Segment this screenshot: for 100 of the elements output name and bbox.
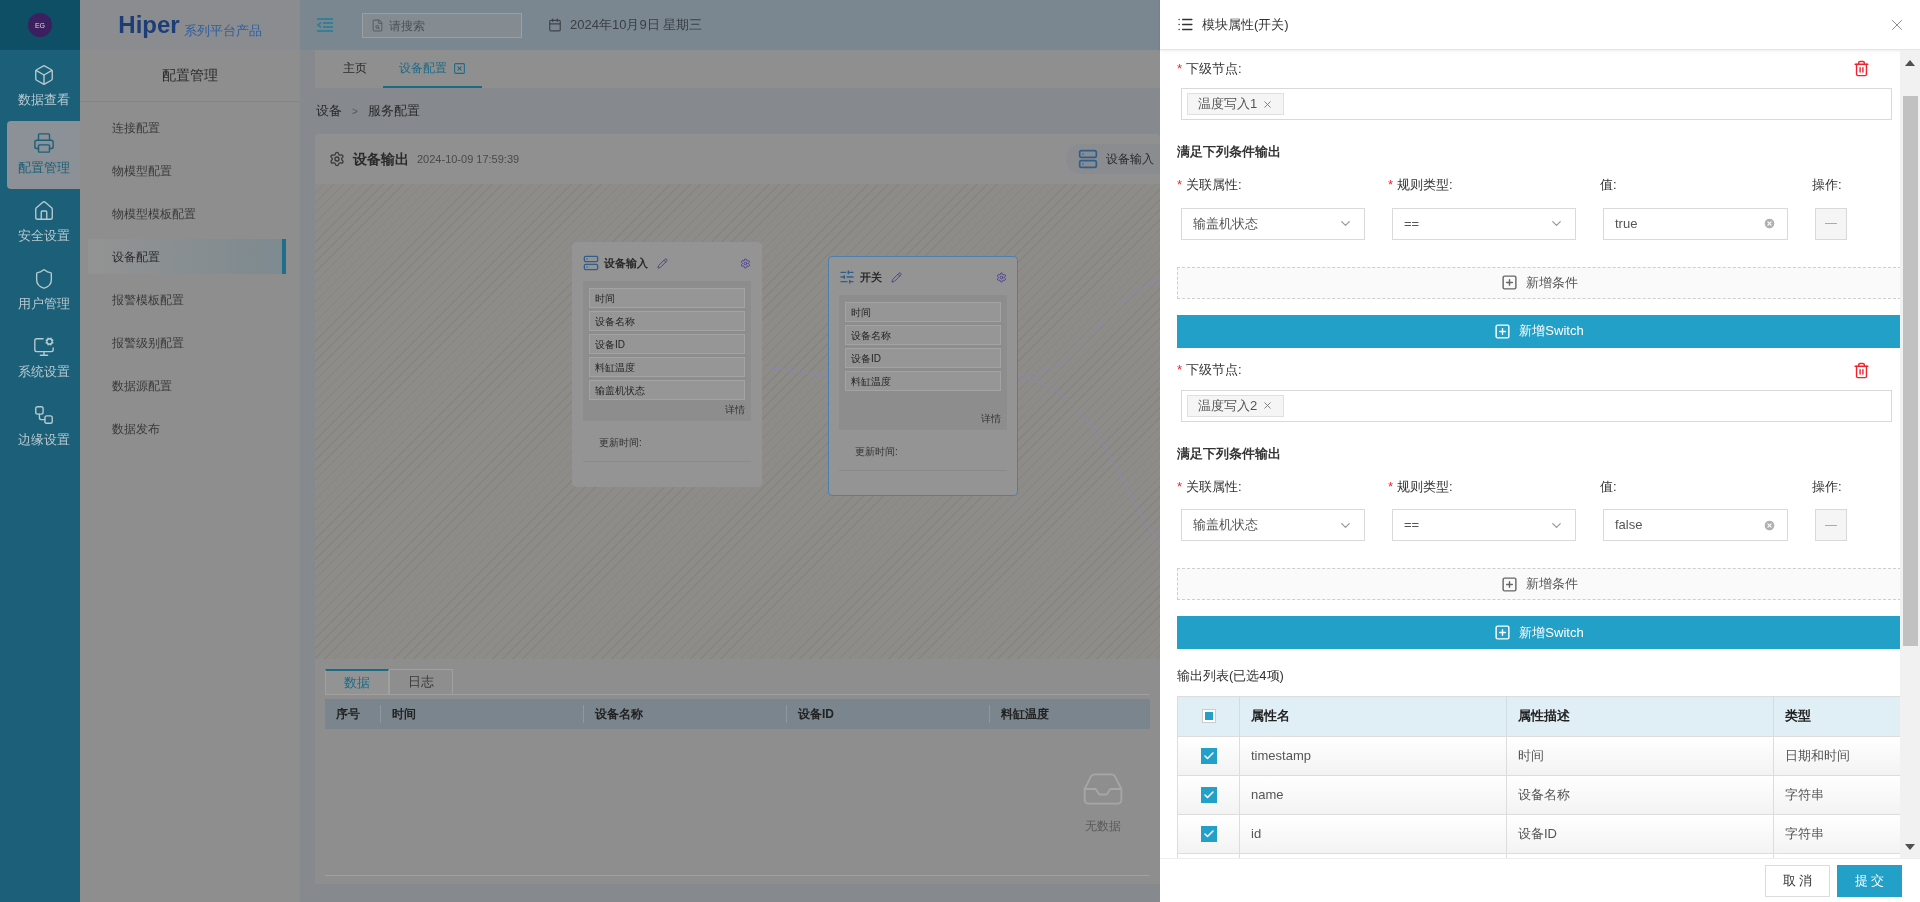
minus-icon: [1825, 223, 1837, 224]
select-all-checkbox[interactable]: [1201, 709, 1216, 723]
add-icon: [1500, 575, 1518, 593]
field-label: 规则类型:: [1397, 477, 1453, 496]
scroll-down-icon[interactable]: [1905, 844, 1915, 850]
scrollbar-thumb[interactable]: [1902, 96, 1918, 646]
nav-rail-item[interactable]: 系统设置: [7, 325, 80, 393]
column-header: 设备名称: [583, 705, 786, 723]
required-mark: *: [1177, 361, 1183, 380]
delete-icon[interactable]: [1853, 361, 1870, 379]
value-field[interactable]: false: [1603, 509, 1788, 541]
check-icon: [1202, 827, 1215, 840]
brand-tagline: 系列平台产品: [183, 24, 262, 37]
module-title: 设备输出: [353, 149, 409, 169]
add-icon: [1494, 624, 1512, 641]
printer-icon: [32, 132, 55, 155]
detail-link[interactable]: 详情: [725, 402, 745, 417]
remove-condition-button[interactable]: [1815, 207, 1847, 240]
panel-tab[interactable]: 日志: [389, 669, 453, 694]
node-field: 输盖机状态: [589, 380, 745, 400]
sidebar-item[interactable]: 报警模板配置: [88, 282, 286, 317]
table-cell: 设备ID: [1506, 814, 1773, 853]
sidebar-item[interactable]: 数据发布: [88, 411, 286, 446]
cube-icon: [32, 64, 55, 87]
breadcrumb-item[interactable]: 设备: [316, 101, 342, 121]
field-label: 操作:: [1812, 477, 1842, 496]
server-icon: [1078, 149, 1098, 169]
breadcrumb-separator: >: [352, 104, 358, 119]
search-icon: [371, 18, 384, 32]
sidebar-item[interactable]: 物模型配置: [88, 153, 286, 188]
device-input-button[interactable]: 设备输入: [1066, 144, 1160, 174]
next-node-field[interactable]: 温度写入1: [1181, 88, 1892, 120]
check-icon: [1202, 749, 1215, 762]
sidebar-item[interactable]: 物模型模板配置: [88, 196, 286, 231]
delete-icon[interactable]: [1853, 60, 1870, 77]
remove-tag-icon[interactable]: [1262, 98, 1274, 110]
attribute-select[interactable]: 输盖机状态: [1181, 207, 1365, 240]
breadcrumb-item[interactable]: 服务配置: [367, 101, 420, 121]
row-checkbox[interactable]: [1200, 786, 1217, 803]
table-cell: name: [1239, 775, 1506, 814]
add-condition-button[interactable]: 新增条件: [1177, 568, 1900, 600]
row-checkbox[interactable]: [1200, 825, 1217, 842]
edit-icon[interactable]: [891, 271, 902, 283]
sidebar-item[interactable]: 数据源配置: [88, 368, 286, 403]
date-text: 2024年10月9日 星期三: [570, 16, 703, 35]
clear-icon[interactable]: [1763, 217, 1776, 230]
submit-button[interactable]: 提 交: [1837, 864, 1902, 897]
nav-rail-item[interactable]: 安全设置: [7, 189, 80, 257]
edit-icon[interactable]: [657, 257, 668, 269]
module-timestamp: 2024-10-09 17:59:39: [417, 151, 520, 167]
rule-select[interactable]: ==: [1392, 207, 1576, 240]
close-icon[interactable]: [453, 61, 466, 75]
nav-rail-item[interactable]: 数据查看: [7, 53, 80, 121]
table-cell: 设备名称: [1506, 775, 1773, 814]
node-field: 设备ID: [845, 348, 1001, 368]
page-tab[interactable]: 主页: [327, 50, 383, 88]
settings-icon[interactable]: [740, 257, 751, 269]
menu-fold-icon[interactable]: [316, 18, 334, 32]
row-checkbox[interactable]: [1200, 747, 1217, 764]
cancel-button[interactable]: 取 消: [1765, 864, 1830, 897]
next-node-field[interactable]: 温度写入2: [1181, 389, 1892, 422]
node-field: 时间: [845, 302, 1001, 322]
sidebar-item[interactable]: 连接配置: [88, 110, 286, 145]
calendar-icon: [548, 18, 562, 32]
minus-icon: [1825, 524, 1837, 526]
detail-link[interactable]: 详情: [981, 411, 1001, 426]
remove-tag-icon[interactable]: [1262, 400, 1274, 411]
node-tag: 温度写入2: [1187, 394, 1285, 417]
nav-rail-item[interactable]: 配置管理: [7, 121, 80, 189]
sidebar-item[interactable]: 报警级别配置: [88, 325, 286, 360]
node-field: 料缸温度: [589, 357, 745, 377]
scroll-up-icon[interactable]: [1905, 60, 1915, 66]
required-mark: *: [1177, 477, 1183, 496]
field-label: 关联属性:: [1186, 477, 1242, 496]
nav-rail-item[interactable]: 边缘设置: [7, 393, 80, 461]
add-switch-button[interactable]: 新增Switch: [1177, 616, 1900, 649]
connector-line: [759, 366, 829, 376]
server-icon: [583, 255, 599, 271]
sidebar-item[interactable]: 设备配置: [88, 239, 286, 274]
clear-icon[interactable]: [1763, 518, 1776, 532]
node-title: 设备输入: [604, 255, 648, 271]
list-icon: [1177, 16, 1194, 33]
field-label: 规则类型:: [1397, 176, 1453, 194]
flow-node[interactable]: 开关 时间 设备名称 设备ID 料缸温度 详情 更新时间:: [828, 256, 1018, 496]
rule-select[interactable]: ==: [1392, 509, 1576, 541]
nav-rail-item[interactable]: 用户管理: [7, 257, 80, 325]
settings-icon[interactable]: [996, 271, 1007, 283]
field-label: 值:: [1600, 176, 1617, 194]
settings-icon: [329, 151, 345, 167]
node-field: 设备ID: [589, 334, 745, 354]
add-condition-button[interactable]: 新增条件: [1177, 266, 1900, 299]
flow-node[interactable]: 设备输入 时间 设备名称 设备ID 料缸温度 输盖机状态 详情 更新时间:: [572, 242, 762, 487]
output-list-title: 输出列表(已选4项): [1177, 667, 1285, 685]
remove-condition-button[interactable]: [1815, 509, 1847, 541]
attribute-select[interactable]: 输盖机状态: [1181, 509, 1365, 541]
scrollbar[interactable]: [1900, 50, 1920, 858]
field-label: 操作:: [1812, 176, 1842, 194]
add-icon: [1494, 322, 1512, 340]
value-field[interactable]: true: [1603, 207, 1788, 240]
add-switch-button[interactable]: 新增Switch: [1177, 314, 1900, 348]
